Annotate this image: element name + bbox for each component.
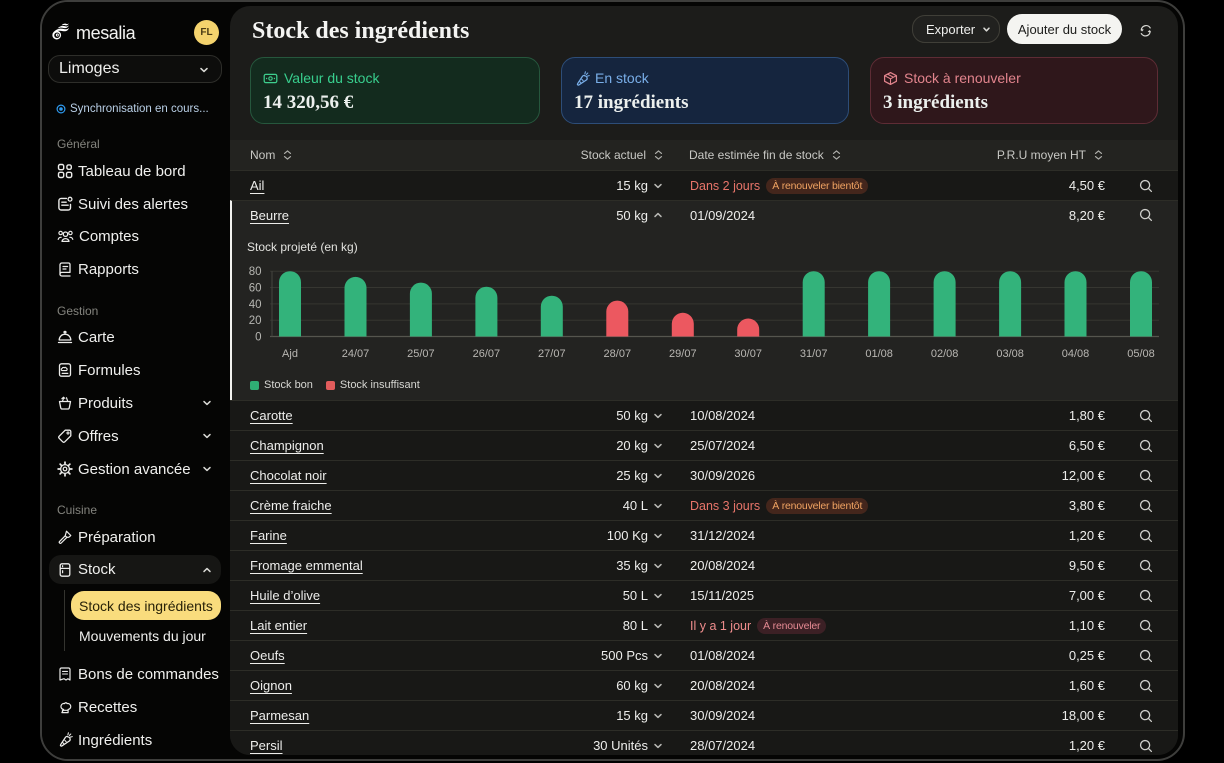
svg-text:29/07: 29/07: [669, 348, 697, 360]
svg-text:01/08: 01/08: [865, 348, 893, 360]
svg-text:60: 60: [249, 283, 262, 295]
svg-text:20: 20: [249, 315, 262, 327]
svg-text:25/07: 25/07: [407, 348, 435, 360]
svg-text:31/07: 31/07: [800, 348, 828, 360]
svg-text:26/07: 26/07: [473, 348, 501, 360]
svg-text:40: 40: [249, 299, 262, 311]
svg-text:02/08: 02/08: [931, 348, 959, 360]
svg-text:0: 0: [255, 332, 261, 344]
svg-text:28/07: 28/07: [604, 348, 632, 360]
svg-text:27/07: 27/07: [538, 348, 566, 360]
svg-text:30/07: 30/07: [734, 348, 762, 360]
svg-text:04/08: 04/08: [1062, 348, 1090, 360]
svg-text:Ajd: Ajd: [282, 348, 298, 360]
svg-text:24/07: 24/07: [342, 348, 370, 360]
svg-text:80: 80: [249, 266, 262, 278]
svg-text:03/08: 03/08: [996, 348, 1024, 360]
svg-text:05/08: 05/08: [1127, 348, 1155, 360]
